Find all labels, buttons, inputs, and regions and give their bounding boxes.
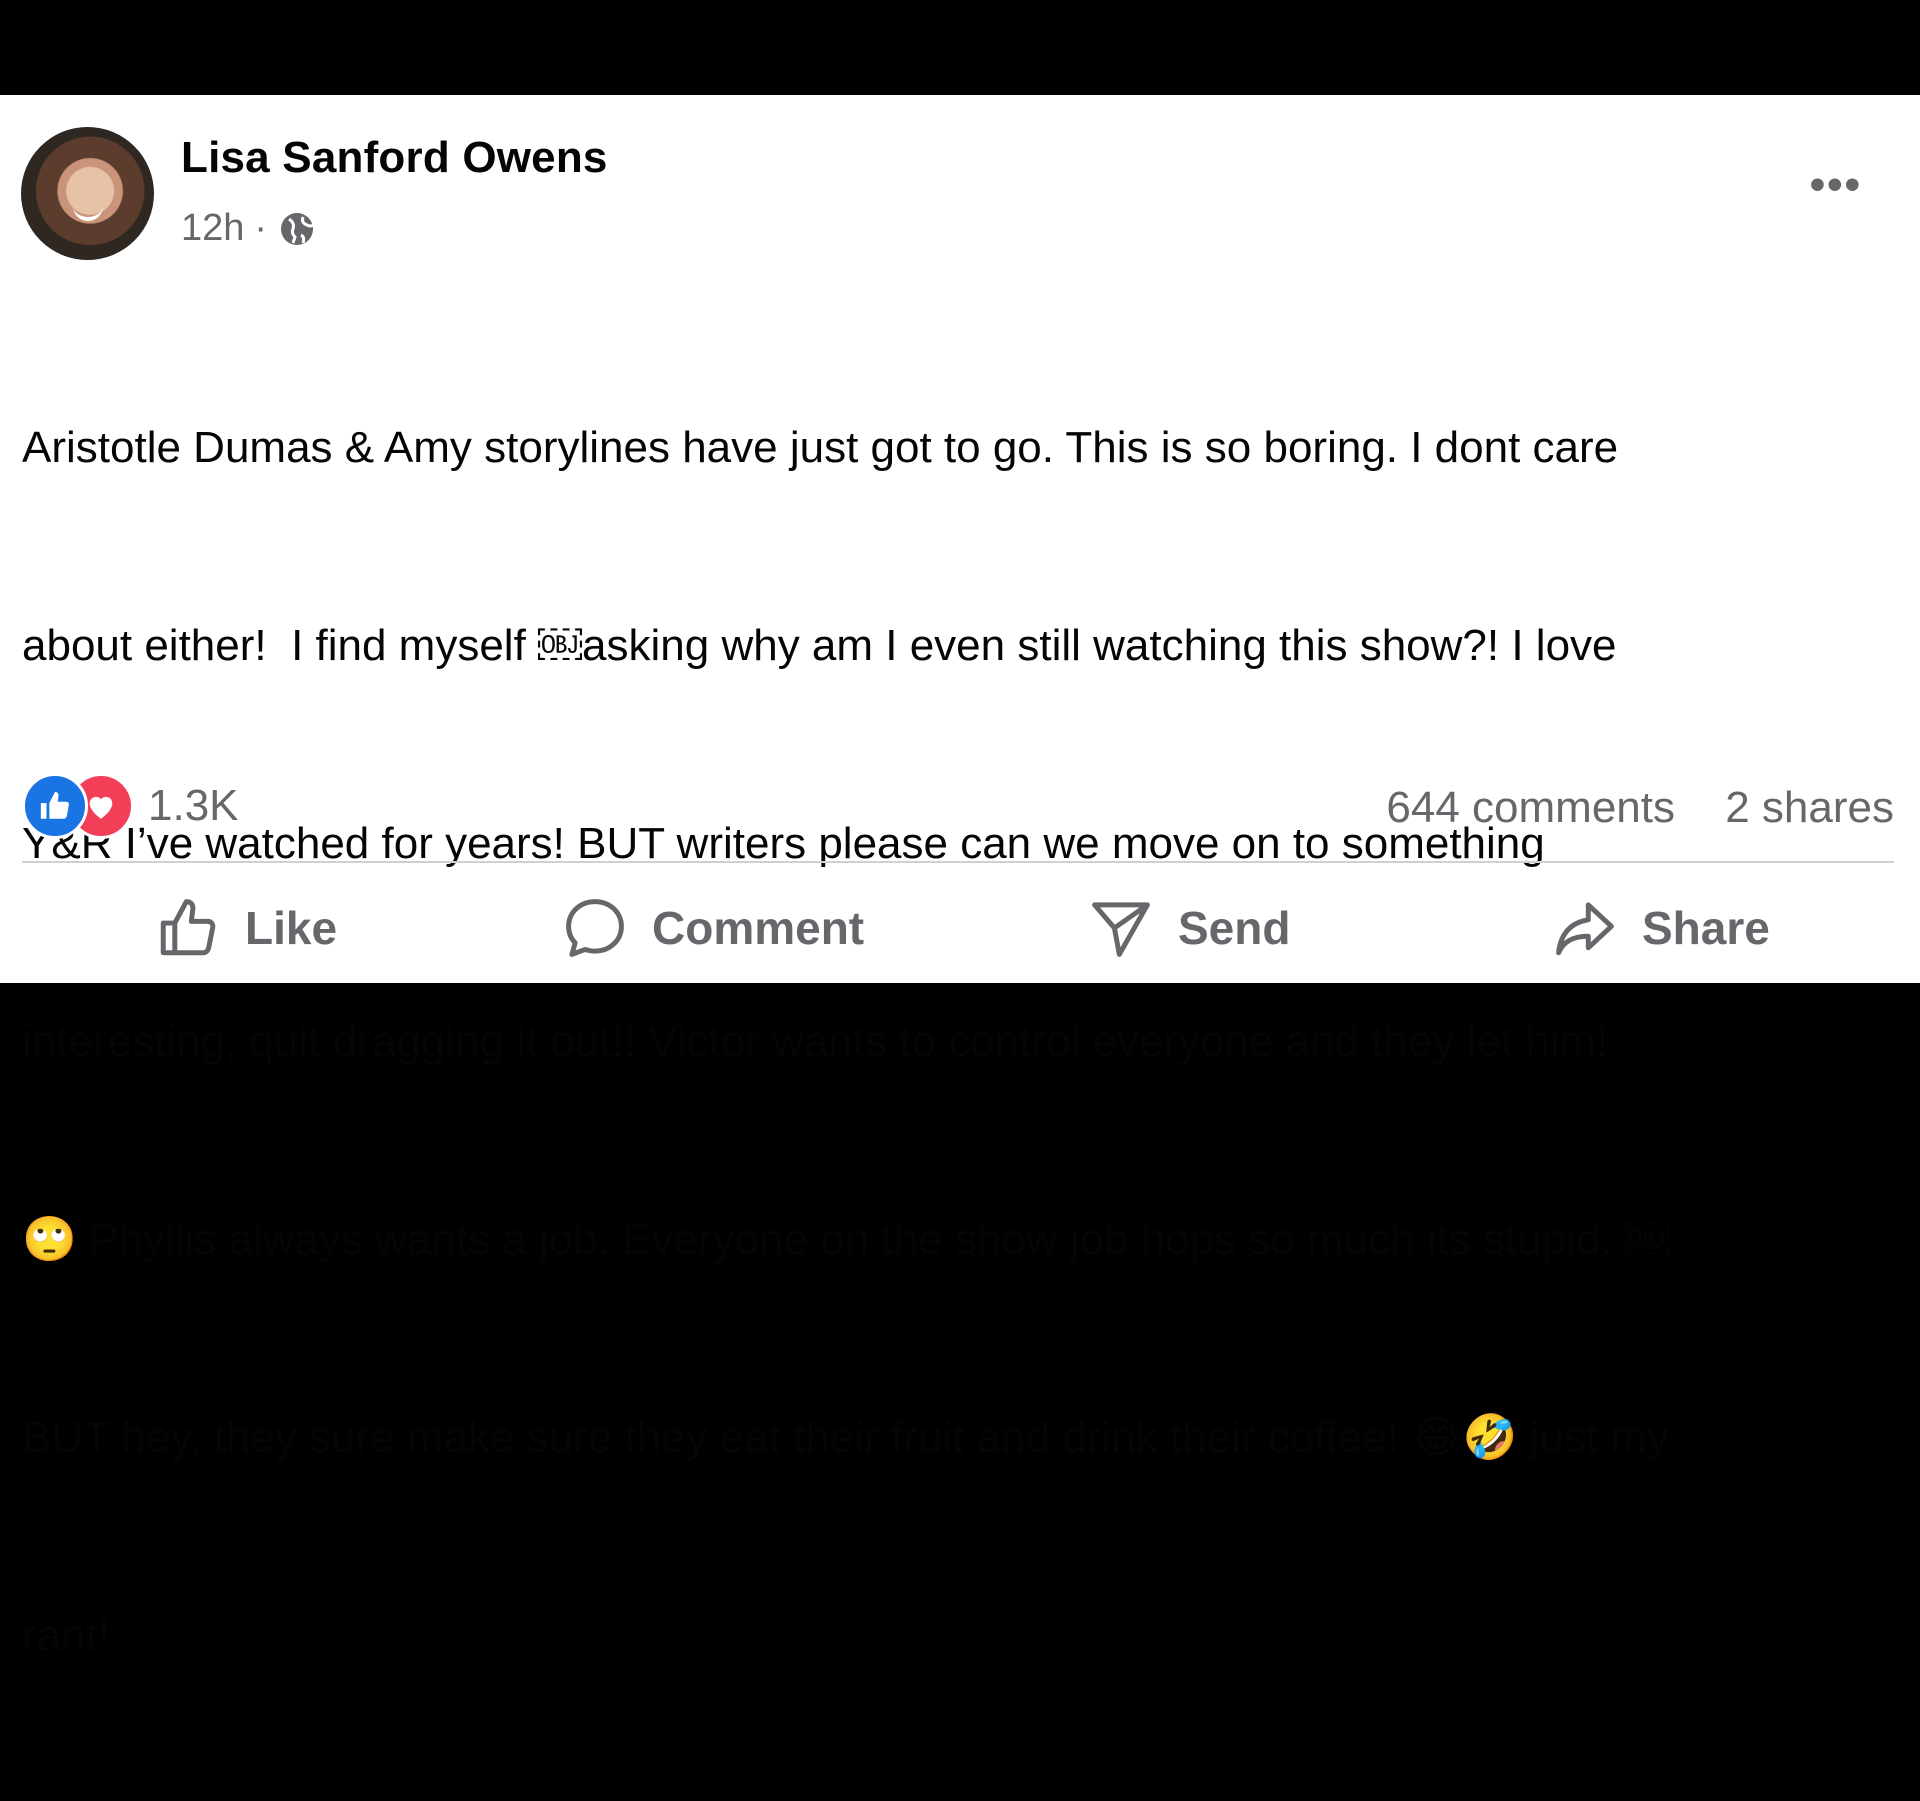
divider	[22, 861, 1894, 863]
like-label: Like	[245, 902, 338, 954]
post-body-line: interesting, quit dragging it out!! Vict…	[22, 1017, 1609, 1066]
share-icon	[1556, 902, 1614, 956]
shares-count[interactable]: 2 shares	[1725, 783, 1894, 832]
post-stats: 1.3K 644 comments 2 shares	[22, 773, 1894, 843]
reactions-summary[interactable]: 1.3K	[22, 773, 239, 839]
share-label: Share	[1642, 902, 1770, 954]
comment-icon	[566, 899, 624, 957]
post-body-line: 🙄 Phyllis always wants a job. Everyone o…	[22, 1215, 1669, 1264]
comment-label: Comment	[652, 902, 865, 954]
post-body-line: Aristotle Dumas & Amy storylines have ju…	[22, 423, 1619, 472]
post-body-line: rant!	[22, 1611, 111, 1660]
send-button[interactable]: Send	[1088, 895, 1290, 961]
globe-icon	[281, 212, 315, 245]
engagement-counts: 644 comments 2 shares	[1348, 783, 1894, 833]
comments-count[interactable]: 644 comments	[1386, 783, 1675, 832]
post-author[interactable]: Lisa Sanford Owens	[181, 133, 608, 183]
like-button[interactable]: Like	[155, 895, 337, 961]
send-icon	[1092, 902, 1150, 957]
post-meta: 12h ·	[181, 207, 317, 250]
like-icon	[160, 899, 216, 956]
send-label: Send	[1178, 902, 1291, 954]
post-body-line: BUT hey, they sure make sure they eat th…	[22, 1413, 1669, 1462]
post-body: Aristotle Dumas & Amy storylines have ju…	[22, 283, 1902, 1801]
avatar[interactable]	[21, 127, 154, 260]
action-bar: Like Comment Send Share	[0, 895, 1920, 961]
meta-separator: ·	[254, 207, 268, 249]
post-time[interactable]: 12h	[181, 207, 244, 250]
reaction-count: 1.3K	[148, 781, 239, 830]
post-body-line: about either! I find myself ￼asking why …	[22, 621, 1617, 670]
comment-button[interactable]: Comment	[562, 895, 864, 961]
more-options-icon[interactable]: •••	[1810, 163, 1862, 207]
like-reaction-icon	[22, 773, 88, 839]
post-card: Lisa Sanford Owens 12h · ••• Aristotle D…	[0, 95, 1920, 1660]
share-button[interactable]: Share	[1552, 895, 1770, 961]
